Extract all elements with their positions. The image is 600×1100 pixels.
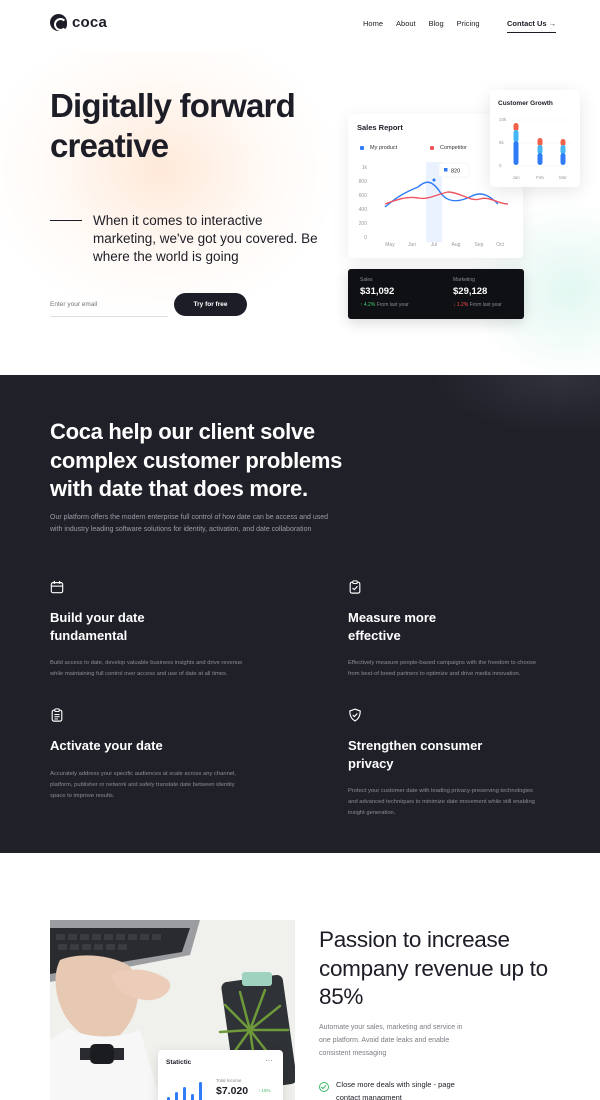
feature-card: Build your date fundamental Build access… xyxy=(50,580,250,680)
x-tick: Oct xyxy=(496,242,504,248)
stats-card: Sales $31,092 ↑ 4.2% From last year Mark… xyxy=(348,269,524,319)
mini-bar-chart xyxy=(167,1082,202,1100)
active-point[interactable] xyxy=(431,177,437,183)
feature-description: Accurately address your specific audienc… xyxy=(50,770,236,799)
x-tick: Jan xyxy=(512,175,520,180)
check-circle-icon xyxy=(319,1082,329,1092)
feature-title: Build your date fundamental xyxy=(50,610,145,643)
nav-item-pricing[interactable]: Pricing xyxy=(457,19,480,28)
feature-card: Activate your date Accurately address yo… xyxy=(50,708,250,802)
stat-sales: Sales $31,092 ↑ 4.2% From last year xyxy=(360,277,409,308)
growth-bar-segment xyxy=(537,153,543,165)
widget-label: Total Income xyxy=(216,1078,242,1083)
revenue-description: Automate your sales, marketing and servi… xyxy=(319,1024,463,1057)
x-tick: May xyxy=(385,242,395,248)
y-tick: 200 xyxy=(359,221,368,227)
growth-bar-segment xyxy=(513,130,519,142)
y-tick: 400 xyxy=(359,207,368,213)
y-tick: 5k xyxy=(499,140,505,145)
main-nav: Home About Blog Pricing xyxy=(363,19,480,28)
stat-marketing: Marketing $29,128 ↓ 1.2% From last year xyxy=(453,277,502,308)
contact-link[interactable]: Contact Us → xyxy=(507,19,557,33)
growth-bar-segment xyxy=(560,139,566,146)
stat-label: Marketing xyxy=(453,277,475,283)
y-tick: 600 xyxy=(359,193,368,199)
y-tick: 0 xyxy=(499,163,502,168)
x-tick: Jul xyxy=(431,242,437,248)
brand-logo[interactable]: coca xyxy=(50,14,107,31)
features-description: Our platform offers the modern enterpris… xyxy=(50,514,329,533)
site-header: coca Home About Blog Pricing Contact Us … xyxy=(0,0,600,50)
check-item: Close more deals with single - page cont… xyxy=(319,1078,476,1100)
calendar-icon xyxy=(50,580,64,594)
nav-item-about[interactable]: About xyxy=(396,19,416,28)
growth-bar-segment xyxy=(537,138,543,146)
feature-card: Strengthen consumer privacy Protect your… xyxy=(348,708,548,819)
stat-label: Sales xyxy=(360,277,373,283)
hero-section: Digitally forward creative When it comes… xyxy=(0,50,600,375)
dark-glow xyxy=(430,375,600,435)
brand-name: coca xyxy=(72,14,107,31)
statistic-widget: Statictic ··· Total Income $7.020 ↑ 15% xyxy=(158,1050,283,1100)
feature-card: Measure more effective Effectively measu… xyxy=(348,580,548,680)
growth-bar-segment xyxy=(537,145,543,154)
widget-title: Statictic xyxy=(166,1059,192,1066)
stat-change: ↓ 1.2% xyxy=(453,302,469,308)
try-for-free-button[interactable]: Try for free xyxy=(174,293,247,316)
feature-description: Protect your customer date with leading … xyxy=(348,788,535,816)
hero-subtitle: When it comes to interactive marketing, … xyxy=(93,213,318,264)
check-item-text: Close more deals with single - page cont… xyxy=(336,1080,455,1100)
logo-icon xyxy=(50,14,67,31)
stat-note: From last year xyxy=(376,302,409,308)
x-tick: Sep xyxy=(475,242,484,248)
clipboard-check-icon xyxy=(349,580,361,594)
hero-divider xyxy=(50,220,82,221)
email-input[interactable] xyxy=(50,293,168,317)
customer-growth-card: Customer Growth 10k 5k 0 Jan Feb Mar xyxy=(490,90,580,187)
y-tick: 1k xyxy=(362,165,368,171)
x-tick: Mar xyxy=(559,175,567,180)
growth-bar-segment xyxy=(560,153,566,165)
x-tick: Feb xyxy=(536,175,544,180)
nav-item-home[interactable]: Home xyxy=(363,19,383,28)
revenue-title: Passion to increase company revenue up t… xyxy=(319,927,548,1009)
stat-change-row: ↑ 4.2% From last year xyxy=(360,302,409,308)
growth-bar-segment xyxy=(560,145,566,154)
stat-change: ↑ 4.2% xyxy=(360,302,376,308)
stat-change-row: ↓ 1.2% From last year xyxy=(453,302,502,308)
feature-title: Strengthen consumer privacy xyxy=(348,738,483,771)
stat-value: $29,128 xyxy=(453,286,488,297)
feature-title: Measure more effective xyxy=(348,610,437,643)
feature-description: Effectively measure people-based campaig… xyxy=(348,660,537,677)
feature-title: Activate your date xyxy=(50,738,163,753)
feature-description: Build access to date, develop valuable b… xyxy=(50,660,243,677)
y-tick: 0 xyxy=(364,235,367,241)
hero-title: Digitally forward creative xyxy=(50,87,296,164)
x-tick: Jun xyxy=(408,242,416,248)
tooltip-swatch-icon xyxy=(444,168,448,172)
x-tick: Aug xyxy=(452,242,461,248)
features-section: Coca help our client solve complex custo… xyxy=(0,375,600,853)
features-title: Coca help our client solve complex custo… xyxy=(50,419,343,501)
more-options-icon[interactable]: ··· xyxy=(265,1056,273,1065)
growth-bar-segment xyxy=(513,123,519,131)
shield-check-icon xyxy=(349,708,361,722)
widget-badge: ↑ 15% xyxy=(258,1088,271,1093)
checklist-icon xyxy=(51,708,63,722)
tooltip-value: 820 xyxy=(451,169,460,175)
growth-bar-segment xyxy=(513,141,519,165)
stat-note: From last year xyxy=(469,302,502,308)
customer-growth-chart: 10k 5k 0 Jan Feb Mar xyxy=(499,117,572,180)
nav-item-blog[interactable]: Blog xyxy=(429,19,444,28)
widget-value: $7.020 xyxy=(216,1085,249,1097)
y-tick: 800 xyxy=(359,179,368,185)
stat-value: $31,092 xyxy=(360,286,395,297)
y-tick: 10k xyxy=(499,117,507,122)
